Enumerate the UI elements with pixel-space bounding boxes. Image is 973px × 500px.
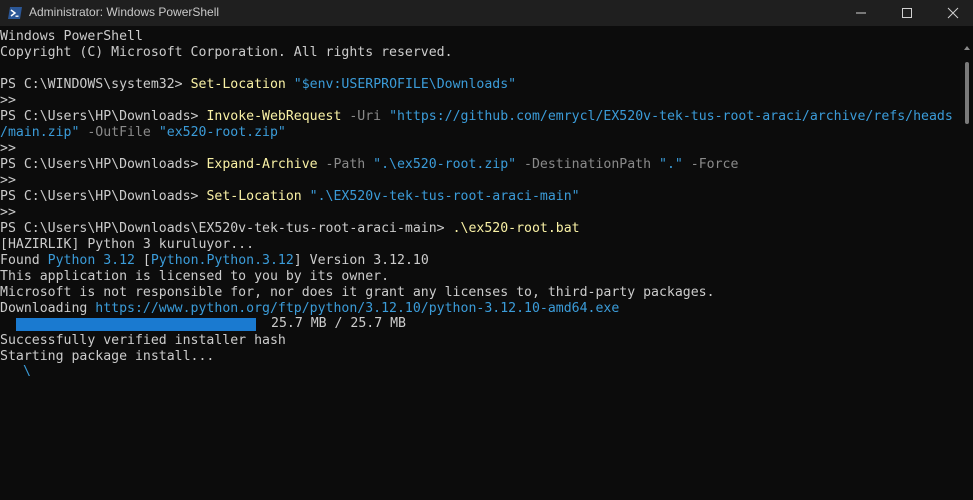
title-bar[interactable]: Administrator: Windows PowerShell <box>0 0 973 26</box>
terminal-text-segment: "$env:USERPROFILE\Downloads" <box>293 77 517 92</box>
terminal-text-segment: Successfully verified installer hash <box>0 333 286 348</box>
terminal-output[interactable]: Windows PowerShell Copyright (C) Microsof… <box>0 28 960 500</box>
terminal-line: >> <box>0 173 16 189</box>
maximize-button[interactable] <box>884 0 930 26</box>
terminal-line: PS C:\Users\HP\Downloads\EX520v-tek-tus-… <box>0 221 580 237</box>
install-spinner: \ <box>23 364 31 379</box>
terminal-text-segment: "ex520-root.zip" <box>158 125 286 140</box>
terminal-text-segment: >> <box>0 93 16 108</box>
terminal-line: This application is licensed to you by i… <box>0 269 389 285</box>
terminal-text-segment: "https://github.com/emrycl/EX520v-tek-tu… <box>389 109 953 124</box>
terminal-line: Microsoft is not responsible for, nor do… <box>0 285 715 301</box>
maximize-icon <box>902 8 912 18</box>
terminal-text-segment: Copyright (C) Microsoft Corporation. All… <box>0 45 453 60</box>
terminal-text-segment: >> <box>0 141 16 156</box>
terminal-line: Copyright (C) Microsoft Corporation. All… <box>0 45 453 61</box>
terminal-line: >> <box>0 205 16 221</box>
terminal-line: PS C:\Users\HP\Downloads> Invoke-WebRequ… <box>0 109 953 125</box>
terminal-text-segment: Invoke-WebRequest <box>206 109 342 124</box>
terminal-line: Windows PowerShell <box>0 29 143 45</box>
terminal-text-segment: Downloading <box>0 301 96 316</box>
close-button[interactable] <box>930 0 973 26</box>
terminal-text-segment: Starting package install... <box>0 349 215 364</box>
terminal-line: PS C:\Users\HP\Downloads> Set-Location "… <box>0 189 580 205</box>
terminal-text-segment: Expand-Archive <box>206 157 318 172</box>
terminal-text-segment: https://www.python.org/ftp/python/3.12.1… <box>95 301 620 316</box>
terminal-line: >> <box>0 93 16 109</box>
terminal-line: Found Python 3.12 [Python.Python.3.12] V… <box>0 253 429 269</box>
terminal-line: /main.zip" -OutFile "ex520-root.zip" <box>0 125 286 141</box>
terminal-text-segment: ".\EX520v-tek-tus-root-araci-main" <box>309 189 580 204</box>
terminal-line: PS C:\WINDOWS\system32> Set-Location "$e… <box>0 77 516 93</box>
terminal-text-segment: Python 3.12 <box>47 253 135 268</box>
terminal-text-segment: [HAZIRLIK] Python 3 kuruluyor... <box>0 237 255 252</box>
terminal-text-segment: /main.zip" <box>0 125 80 140</box>
close-icon <box>947 7 959 19</box>
terminal-text-segment: Windows PowerShell <box>0 29 143 44</box>
terminal-text-segment: PS C:\Users\HP\Downloads> <box>0 157 207 172</box>
terminal-text-segment: Python.Python.3.12 <box>150 253 294 268</box>
terminal-text-segment: PS C:\Users\HP\Downloads> <box>0 189 207 204</box>
terminal-line: [HAZIRLIK] Python 3 kuruluyor... <box>0 237 254 253</box>
terminal-text-segment: .\ex520-root.bat <box>452 221 580 236</box>
terminal-text-segment: This application is licensed to you by i… <box>0 269 390 284</box>
terminal-line: Starting package install... <box>0 349 214 365</box>
terminal-line: Downloading https://www.python.org/ftp/p… <box>0 301 619 317</box>
terminal-text-segment: "." <box>659 157 683 172</box>
terminal-text-segment: Set-Location <box>206 189 302 204</box>
terminal-text-segment: [ <box>134 253 151 268</box>
terminal-text-segment: -OutFile <box>79 125 159 140</box>
terminal-text-segment: ".\ex520-root.zip" <box>373 157 517 172</box>
terminal-text-segment: PS C:\Users\HP\Downloads> <box>0 109 207 124</box>
terminal-text-segment: Found <box>0 253 48 268</box>
terminal-text-segment: -Force <box>682 157 739 172</box>
powershell-icon <box>8 7 22 19</box>
minimize-button[interactable] <box>838 0 884 26</box>
terminal-text-segment: Microsoft is not responsible for, nor do… <box>0 285 715 300</box>
terminal-text-segment: PS C:\WINDOWS\system32> <box>0 77 191 92</box>
terminal-line: >> <box>0 141 16 157</box>
terminal-line: PS C:\Users\HP\Downloads> Expand-Archive… <box>0 157 738 173</box>
window-title: Administrator: Windows PowerShell <box>29 5 220 19</box>
terminal-text-segment: Set-Location <box>190 77 286 92</box>
terminal-text-segment: >> <box>0 205 16 220</box>
terminal-text-segment: >> <box>0 173 16 188</box>
scrollbar-thumb[interactable] <box>965 62 969 124</box>
terminal-text-segment: -Uri <box>341 109 390 124</box>
terminal-text-segment: PS C:\Users\HP\Downloads\EX520v-tek-tus-… <box>0 221 453 236</box>
terminal-line: Successfully verified installer hash <box>0 333 286 349</box>
terminal-text-segment: -Path <box>317 157 374 172</box>
progress-size-text: 25.7 MB / 25.7 MB <box>271 316 406 331</box>
scroll-up-arrow-icon[interactable] <box>963 44 971 52</box>
download-progress-bar <box>16 318 256 331</box>
terminal-text-segment: -DestinationPath <box>516 157 660 172</box>
terminal-text-segment: ] Version 3.12.10 <box>293 253 429 268</box>
minimize-icon <box>856 12 866 14</box>
